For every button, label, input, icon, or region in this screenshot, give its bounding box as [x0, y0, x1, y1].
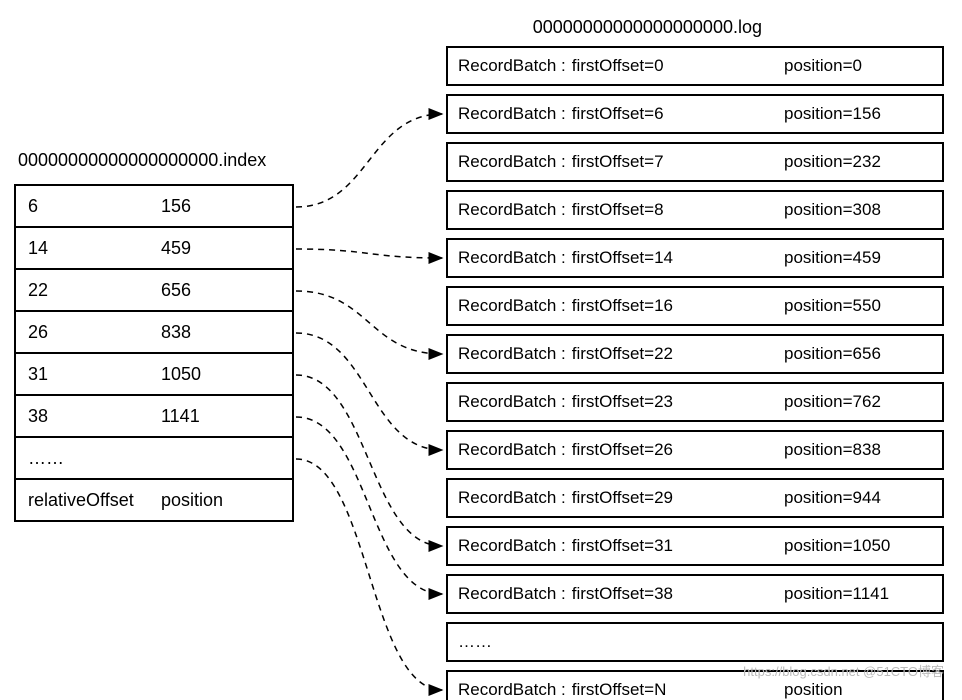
index-row: 22656 — [16, 270, 292, 312]
index-file-title: 00000000000000000000.index — [18, 150, 266, 171]
log-prefix: RecordBatch : — [448, 488, 566, 508]
index-ellipsis-row: …… — [16, 438, 292, 480]
log-prefix: RecordBatch : — [448, 584, 566, 604]
log-prefix: RecordBatch : — [448, 344, 566, 364]
log-row: RecordBatch :firstOffset=23 position=762 — [446, 382, 944, 422]
diagram-canvas: 00000000000000000000.index 0000000000000… — [0, 0, 962, 700]
log-position: position=0 — [784, 56, 862, 76]
log-offset: firstOffset=38 — [566, 584, 673, 604]
index-offset: 6 — [16, 186, 159, 226]
index-header-offset: relativeOffset — [16, 480, 159, 520]
log-position: position=656 — [784, 344, 881, 364]
index-position: 1050 — [159, 354, 292, 394]
log-file-title: 00000000000000000000.log — [533, 17, 762, 38]
index-position: 656 — [159, 270, 292, 310]
log-position: position=550 — [784, 296, 881, 316]
log-position: position=838 — [784, 440, 881, 460]
log-prefix: RecordBatch : — [448, 104, 566, 124]
mapping-arrow — [296, 417, 442, 594]
log-ellipsis-row: …… — [446, 622, 944, 662]
log-prefix: RecordBatch : — [448, 56, 566, 76]
log-row: RecordBatch :firstOffset=8 position=308 — [446, 190, 944, 230]
mapping-arrow — [296, 291, 442, 354]
log-prefix: RecordBatch : — [448, 296, 566, 316]
log-position: position=762 — [784, 392, 881, 412]
log-prefix: RecordBatch : — [448, 152, 566, 172]
log-offset: firstOffset=29 — [566, 488, 673, 508]
mapping-arrow — [296, 333, 442, 450]
index-offset: 31 — [16, 354, 159, 394]
log-row: RecordBatch :firstOffset=14 position=459 — [446, 238, 944, 278]
log-row: RecordBatch :firstOffset=22 position=656 — [446, 334, 944, 374]
log-position: position=308 — [784, 200, 881, 220]
log-position: position=156 — [784, 104, 881, 124]
log-offset: firstOffset=6 — [566, 104, 664, 124]
log-row: RecordBatch :firstOffset=31 position=1050 — [446, 526, 944, 566]
log-position: position — [784, 680, 843, 700]
log-offset: firstOffset=23 — [566, 392, 673, 412]
index-row: 6156 — [16, 186, 292, 228]
log-offset: firstOffset=26 — [566, 440, 673, 460]
log-offset: firstOffset=16 — [566, 296, 673, 316]
log-row: RecordBatch :firstOffset=6 position=156 — [446, 94, 944, 134]
index-offset: 38 — [16, 396, 159, 436]
log-position: position=1050 — [784, 536, 890, 556]
log-prefix: RecordBatch : — [448, 680, 566, 700]
ellipsis: …… — [16, 438, 159, 478]
log-row: RecordBatch :firstOffset=0 position=0 — [446, 46, 944, 86]
index-header-position: position — [159, 480, 292, 520]
index-offset: 26 — [16, 312, 159, 352]
log-offset: firstOffset=8 — [566, 200, 664, 220]
index-position: 1141 — [159, 396, 292, 436]
log-position: position=1141 — [784, 584, 889, 604]
mapping-arrow — [296, 459, 442, 690]
index-row: 381141 — [16, 396, 292, 438]
log-position: position=459 — [784, 248, 881, 268]
log-prefix: RecordBatch : — [448, 248, 566, 268]
ellipsis: …… — [448, 632, 492, 652]
index-position: 459 — [159, 228, 292, 268]
log-prefix: RecordBatch : — [448, 200, 566, 220]
index-row: 311050 — [16, 354, 292, 396]
log-prefix: RecordBatch : — [448, 392, 566, 412]
log-prefix: RecordBatch : — [448, 536, 566, 556]
log-offset: firstOffset=N — [566, 680, 667, 700]
log-offset: firstOffset=14 — [566, 248, 673, 268]
log-offset: firstOffset=7 — [566, 152, 664, 172]
log-row: RecordBatch :firstOffset=38 position=1141 — [446, 574, 944, 614]
index-row: 26838 — [16, 312, 292, 354]
index-position: 156 — [159, 186, 292, 226]
log-offset: firstOffset=22 — [566, 344, 673, 364]
log-row: RecordBatch :firstOffset=26 position=838 — [446, 430, 944, 470]
index-position: 838 — [159, 312, 292, 352]
mapping-arrow — [296, 249, 442, 258]
index-table: 6156144592265626838311050381141……relativ… — [14, 184, 294, 522]
log-offset: firstOffset=0 — [566, 56, 664, 76]
log-position: position=944 — [784, 488, 881, 508]
index-header-row: relativeOffsetposition — [16, 480, 292, 520]
watermark: https://blog.csdn.net @51CTO博客 — [743, 661, 944, 680]
index-row: 14459 — [16, 228, 292, 270]
log-prefix: RecordBatch : — [448, 440, 566, 460]
mapping-arrow — [296, 114, 442, 207]
log-row: RecordBatch :firstOffset=16 position=550 — [446, 286, 944, 326]
index-offset: 22 — [16, 270, 159, 310]
log-row: RecordBatch :firstOffset=7 position=232 — [446, 142, 944, 182]
index-offset: 14 — [16, 228, 159, 268]
log-offset: firstOffset=31 — [566, 536, 673, 556]
mapping-arrow — [296, 375, 442, 546]
log-position: position=232 — [784, 152, 881, 172]
log-list: RecordBatch :firstOffset=0position=0Reco… — [446, 46, 944, 700]
log-row: RecordBatch :firstOffset=29 position=944 — [446, 478, 944, 518]
